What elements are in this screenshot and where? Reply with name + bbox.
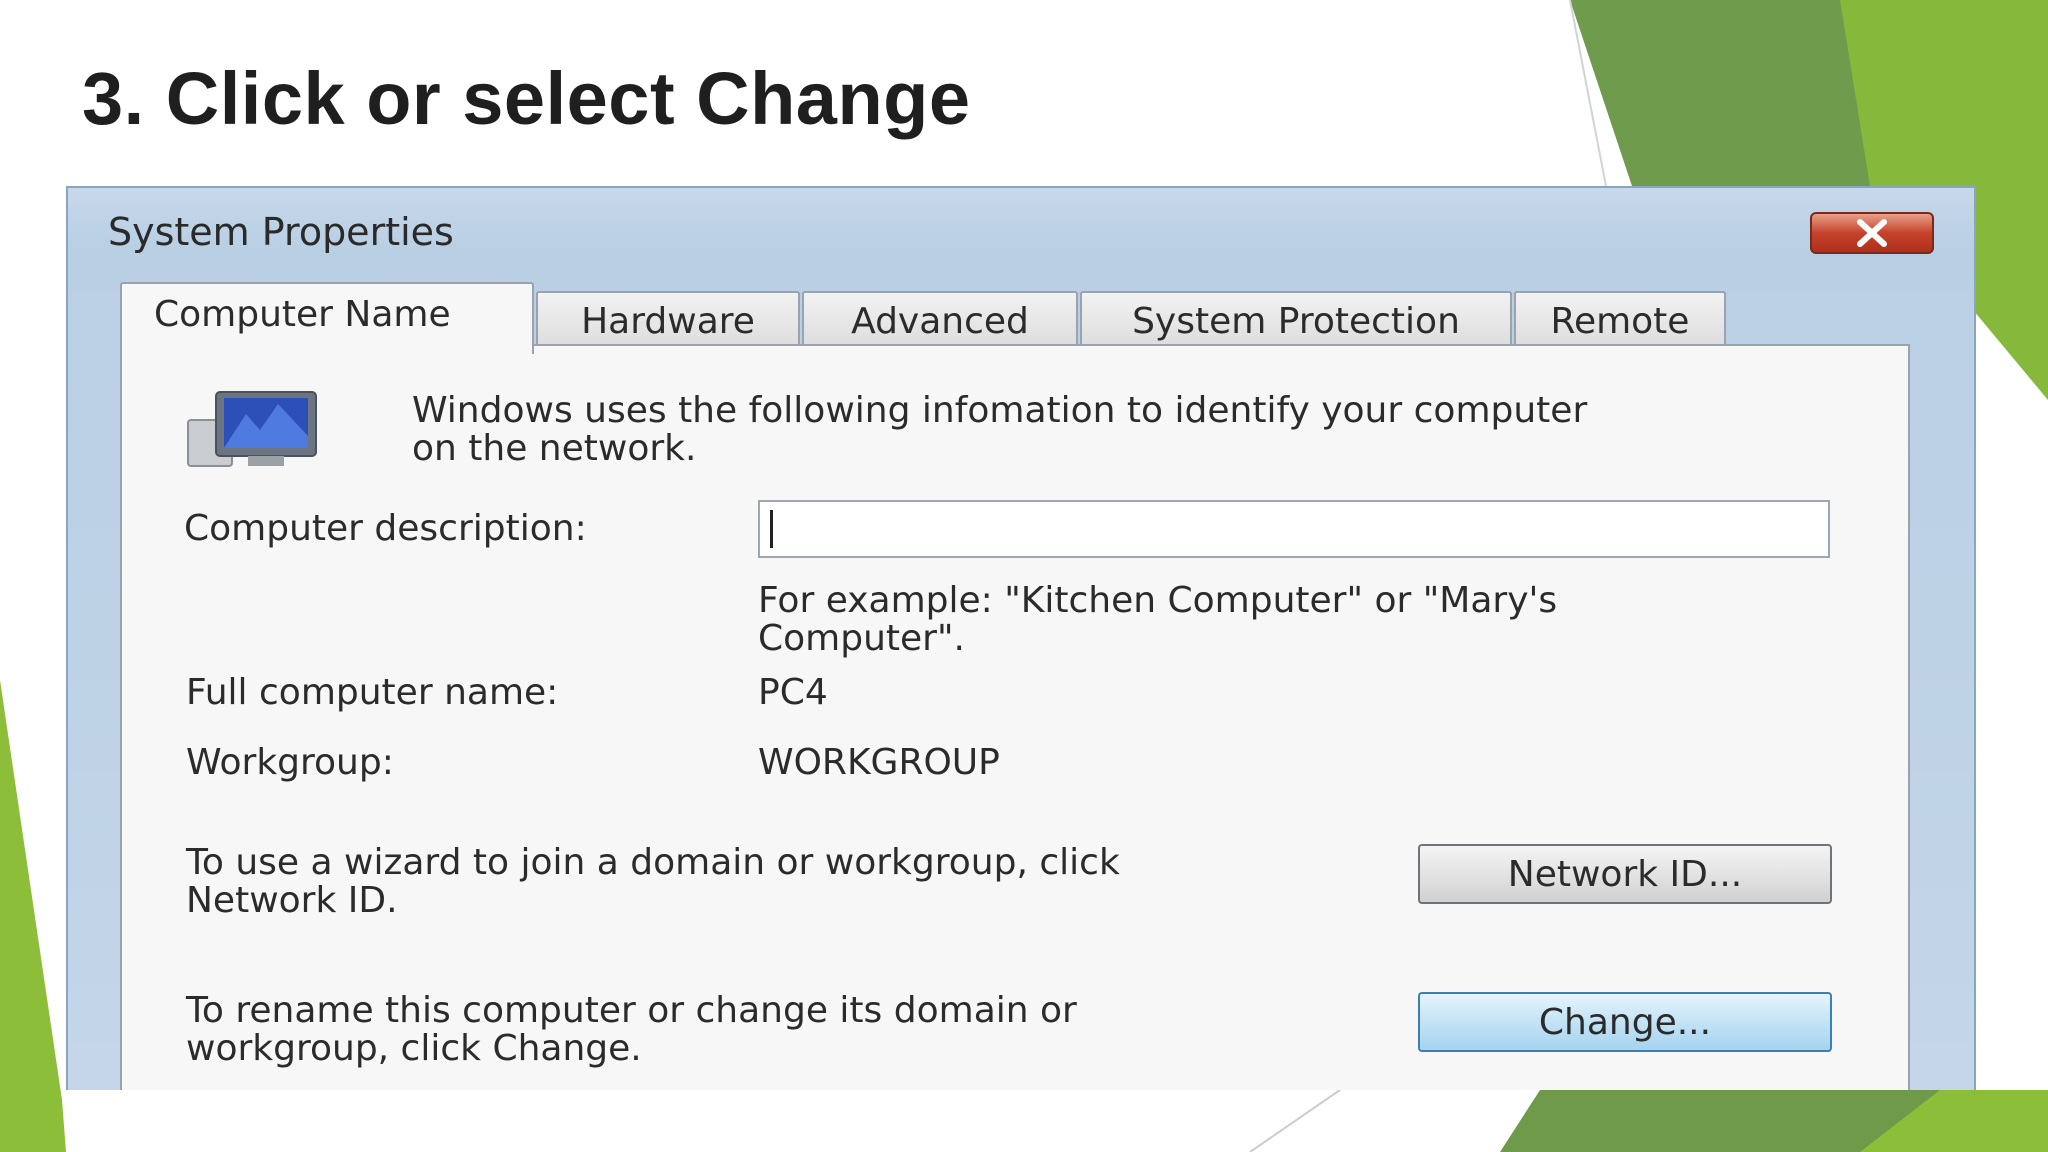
computer-description-input[interactable] — [758, 500, 1830, 558]
change-button[interactable]: Change... — [1418, 992, 1832, 1052]
tab-hardware[interactable]: Hardware — [536, 291, 800, 349]
network-id-button[interactable]: Network ID... — [1418, 844, 1832, 904]
full-computer-name-label: Full computer name: — [186, 672, 559, 713]
example-text-line1: For example: "Kitchen Computer" or "Mary… — [758, 580, 1558, 621]
intro-text-line2: on the network. — [412, 428, 697, 469]
workgroup-value: WORKGROUP — [758, 742, 1000, 783]
tab-advanced[interactable]: Advanced — [802, 291, 1078, 349]
system-properties-window: System Properties Computer Name Hardware… — [66, 186, 1976, 1090]
close-button[interactable] — [1810, 212, 1934, 254]
computer-network-icon — [187, 391, 317, 467]
tab-computer-name[interactable]: Computer Name — [120, 282, 534, 354]
rename-text-line1: To rename this computer or change its do… — [186, 990, 1077, 1031]
window-title: System Properties — [108, 210, 454, 254]
example-text-line2: Computer". — [758, 618, 965, 659]
computer-description-label: Computer description: — [184, 508, 587, 549]
full-computer-name-value: PC4 — [758, 672, 828, 713]
intro-text-line1: Windows uses the following infomation to… — [412, 390, 1588, 431]
network-id-text-line1: To use a wizard to join a domain or work… — [186, 842, 1120, 883]
workgroup-label: Workgroup: — [186, 742, 394, 783]
slide-title: 3. Click or select Change — [82, 57, 971, 140]
tab-system-protection[interactable]: System Protection — [1080, 291, 1512, 349]
close-icon — [1857, 219, 1887, 247]
text-caret — [770, 510, 773, 548]
rename-text-line2: workgroup, click Change. — [186, 1028, 642, 1069]
computer-name-panel — [120, 344, 1910, 1090]
network-id-text-line2: Network ID. — [186, 880, 398, 921]
green-shape-left — [0, 680, 66, 1152]
tab-remote[interactable]: Remote — [1514, 291, 1726, 349]
